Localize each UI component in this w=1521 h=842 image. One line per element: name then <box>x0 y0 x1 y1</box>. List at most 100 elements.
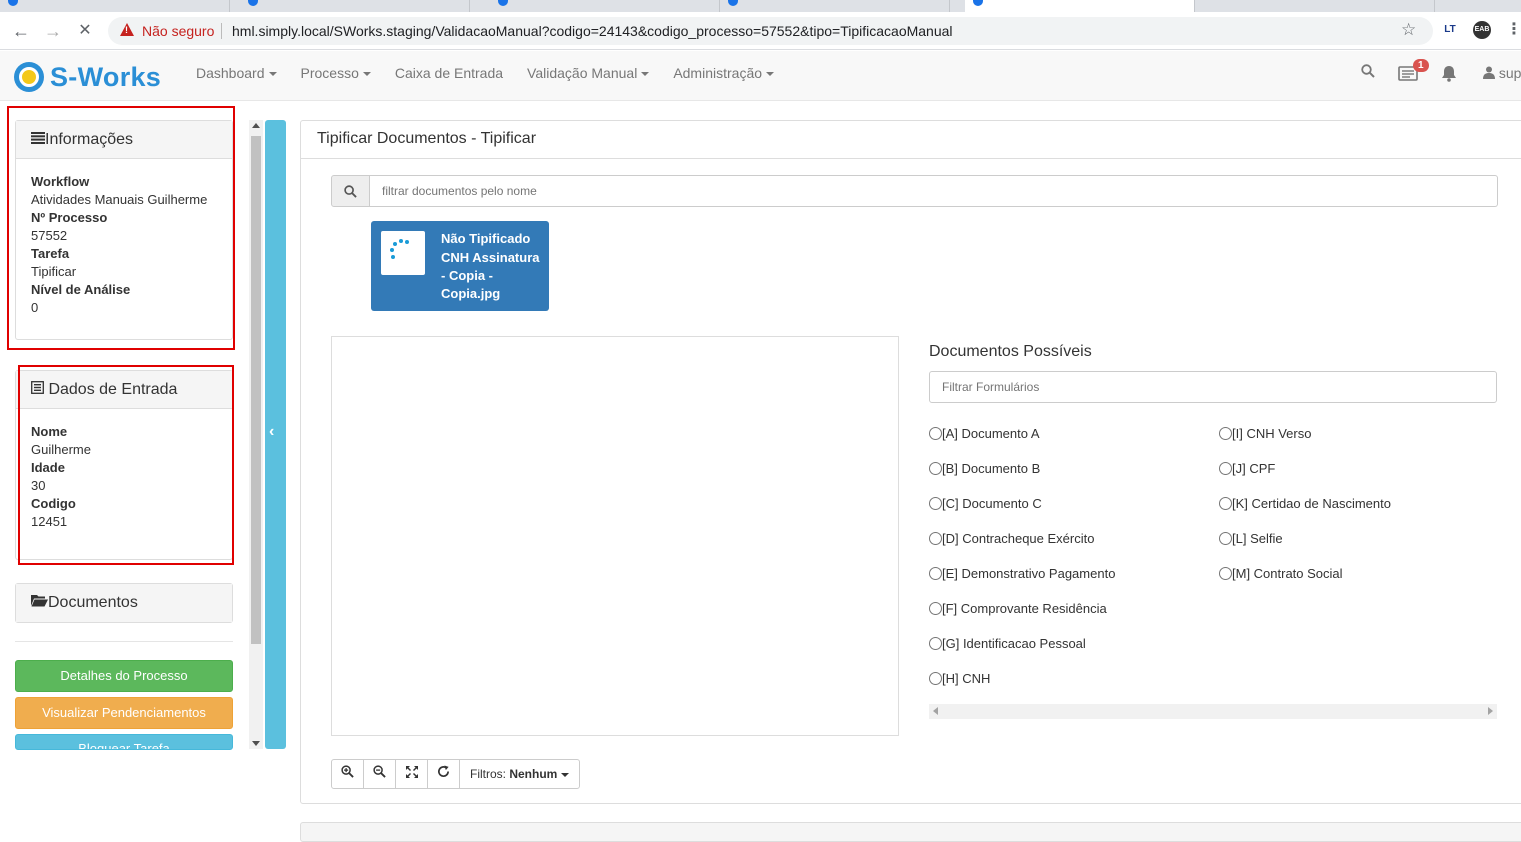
radio-label[interactable]: [I] CNH Verso <box>1232 426 1311 441</box>
radio-option[interactable]: [J] CPF <box>1219 461 1275 476</box>
radio-circle[interactable] <box>1219 427 1232 440</box>
user-menu[interactable]: sup <box>1483 65 1521 81</box>
browser-tab[interactable] <box>490 0 720 12</box>
radio-option[interactable]: [L] Selfie <box>1219 531 1283 546</box>
radio-circle[interactable] <box>1219 532 1232 545</box>
radio-label[interactable]: [L] Selfie <box>1232 531 1283 546</box>
documents-panel[interactable]: Documentos <box>15 583 233 623</box>
menu-processo[interactable]: Processo <box>289 51 383 101</box>
scroll-up-arrow-icon[interactable] <box>252 123 260 128</box>
zoom-in-icon <box>341 765 354 778</box>
sidebar-collapse-toggle[interactable]: ‹ <box>265 120 286 749</box>
eab-extension-icon[interactable]: EAB <box>1473 21 1491 39</box>
radio-option[interactable]: [K] Certidao de Nascimento <box>1219 496 1391 511</box>
radio-option[interactable]: [M] Contrato Social <box>1219 566 1343 581</box>
options-horizontal-scrollbar[interactable] <box>929 704 1497 719</box>
radio-circle[interactable] <box>929 532 942 545</box>
languagetool-extension-icon[interactable]: LT <box>1441 21 1459 39</box>
radio-label[interactable]: [D] Contracheque Exército <box>942 531 1094 546</box>
radio-label[interactable]: [E] Demonstrativo Pagamento <box>942 566 1115 581</box>
bookmark-star-icon[interactable]: ☆ <box>1401 20 1416 40</box>
radio-label[interactable]: [A] Documento A <box>942 426 1040 441</box>
chevron-left-icon: ‹ <box>269 423 275 440</box>
radio-label[interactable]: [C] Documento C <box>942 496 1042 511</box>
browser-tab[interactable] <box>1205 0 1435 12</box>
menu-label: Caixa de Entrada <box>394 65 504 81</box>
fullscreen-button[interactable] <box>395 759 428 789</box>
radio-circle[interactable] <box>929 427 942 440</box>
loading-spinner-icon <box>390 239 409 259</box>
scrollbar-thumb[interactable] <box>251 136 261 644</box>
radio-option[interactable]: [E] Demonstrativo Pagamento <box>929 566 1115 581</box>
filters-dropdown[interactable]: Filtros: Nenhum <box>459 759 581 789</box>
radio-label[interactable]: [G] Identificacao Pessoal <box>942 636 1086 651</box>
scroll-down-arrow-icon[interactable] <box>252 741 260 746</box>
documents-panel-heading[interactable]: Documentos <box>16 584 232 622</box>
browser-tab[interactable] <box>240 0 470 12</box>
menu-dots-icon[interactable]: ⋮ <box>1505 21 1521 39</box>
url-text[interactable]: hml.simply.local/SWorks.staging/Validaca… <box>232 23 953 39</box>
radio-option[interactable]: [H] CNH <box>929 671 990 686</box>
radio-label[interactable]: [J] CPF <box>1232 461 1275 476</box>
radio-label[interactable]: [B] Documento B <box>942 461 1040 476</box>
document-viewer[interactable] <box>331 336 899 736</box>
security-label[interactable]: Não seguro <box>142 23 214 39</box>
menu-validacao-manual[interactable]: Validação Manual <box>515 51 661 101</box>
radio-option[interactable]: [D] Contracheque Exército <box>929 531 1094 546</box>
bell-icon[interactable] <box>1441 65 1457 87</box>
scroll-left-arrow-icon[interactable] <box>933 707 938 715</box>
user-icon <box>1483 66 1495 79</box>
tab-favicon-icon <box>728 0 738 6</box>
radio-label[interactable]: [F] Comprovante Residência <box>942 601 1107 616</box>
browser-tab[interactable] <box>0 0 230 12</box>
forward-arrow-icon[interactable]: → <box>42 20 64 42</box>
zoom-in-button[interactable] <box>331 759 364 789</box>
radio-circle[interactable] <box>929 462 942 475</box>
tab-favicon-icon <box>498 0 508 6</box>
stop-loading-icon[interactable]: ✕ <box>74 20 96 42</box>
radio-circle[interactable] <box>929 637 942 650</box>
search-icon[interactable] <box>1361 64 1375 83</box>
forms-filter-input[interactable] <box>929 371 1497 403</box>
zoom-out-button[interactable] <box>363 759 396 789</box>
radio-option[interactable]: [C] Documento C <box>929 496 1042 511</box>
browser-tab-active[interactable] <box>965 0 1195 12</box>
radio-label[interactable]: [H] CNH <box>942 671 990 686</box>
menu-label: Processo <box>300 65 359 81</box>
brand-logo[interactable]: S-Works <box>14 61 161 93</box>
view-pending-button[interactable]: Visualizar Pendenciamentos <box>15 697 233 729</box>
radio-circle[interactable] <box>1219 497 1232 510</box>
radio-circle[interactable] <box>929 672 942 685</box>
radio-option[interactable]: [I] CNH Verso <box>1219 426 1311 441</box>
menu-caixa-de-entrada[interactable]: Caixa de Entrada <box>383 51 515 101</box>
sidebar-scrollbar[interactable] <box>249 120 263 749</box>
divider <box>221 23 222 39</box>
address-bar[interactable]: Não seguro hml.simply.local/SWorks.stagi… <box>108 17 1433 45</box>
menu-administracao[interactable]: Administração <box>661 51 786 101</box>
warning-icon <box>120 23 134 36</box>
back-arrow-icon[interactable]: ← <box>10 20 32 42</box>
radio-circle[interactable] <box>929 567 942 580</box>
radio-option[interactable]: [F] Comprovante Residência <box>929 601 1107 616</box>
radio-option[interactable]: [A] Documento A <box>929 426 1040 441</box>
radio-circle[interactable] <box>1219 567 1232 580</box>
radio-option[interactable]: [B] Documento B <box>929 461 1040 476</box>
scroll-right-arrow-icon[interactable] <box>1488 707 1493 715</box>
menu-dashboard[interactable]: Dashboard <box>184 51 289 101</box>
radio-circle[interactable] <box>929 602 942 615</box>
radio-label[interactable]: [K] Certidao de Nascimento <box>1232 496 1391 511</box>
rotate-icon <box>438 765 449 777</box>
bottom-panel <box>300 822 1521 842</box>
caret-down-icon <box>268 72 277 77</box>
document-tile[interactable]: Não Tipificado CNH Assinatura - Copia - … <box>371 221 549 311</box>
radio-circle[interactable] <box>1219 462 1232 475</box>
rotate-button[interactable] <box>427 759 460 789</box>
block-task-button[interactable]: Bloquear Tarefa <box>15 734 233 750</box>
browser-tab[interactable] <box>720 0 950 12</box>
radio-option[interactable]: [G] Identificacao Pessoal <box>929 636 1086 651</box>
radio-circle[interactable] <box>929 497 942 510</box>
radio-label[interactable]: [M] Contrato Social <box>1232 566 1343 581</box>
document-search-input[interactable] <box>370 175 1498 207</box>
process-details-button[interactable]: Detalhes do Processo <box>15 660 233 692</box>
brand-name: S-Works <box>50 61 162 92</box>
